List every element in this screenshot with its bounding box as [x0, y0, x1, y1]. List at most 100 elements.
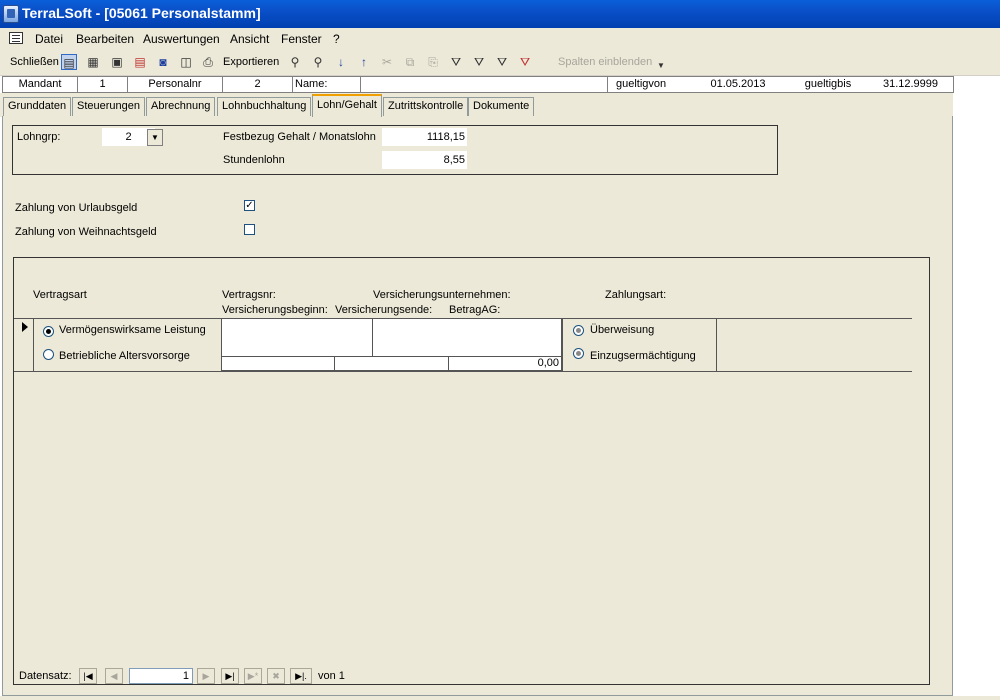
tab-strip: Grunddaten Steuerungen Abrechnung Lohnbu… [0, 93, 953, 117]
weihnachtsgeld-label: Zahlung von Weihnachtsgeld [15, 226, 157, 238]
name-label: Name: [293, 77, 361, 92]
form-view-icon[interactable]: ▤ [61, 54, 77, 70]
gueltigvon-value[interactable]: 01.05.2013 [688, 77, 788, 92]
gueltigbis-label: gueltigbis [804, 78, 852, 90]
chevron-down-icon[interactable]: ▼ [147, 129, 163, 146]
contract-row: Vermögenswirksame Leistung Betriebliche … [14, 318, 912, 372]
festbezug-input[interactable]: 1118,15 [382, 128, 467, 146]
vertragsnr-field[interactable] [221, 319, 373, 357]
versicherungsbeginn-field[interactable] [221, 356, 335, 371]
paste-icon[interactable]: ⎘ [425, 54, 441, 70]
col-versicherungsende: Versicherungsende: [335, 304, 433, 316]
col-versicherungsunternehmen: Versicherungsunternehmen: [373, 289, 511, 301]
window-title: TerraLSoft - [05061 Personalstamm] [22, 5, 261, 21]
contracts-subform: Vertragsart Vertragsnr: Versicherungsunt… [13, 257, 930, 685]
sort-descending-icon[interactable]: ↑ [356, 54, 372, 70]
versicherungsunternehmen-field[interactable] [372, 319, 562, 357]
tab-abrechnung[interactable]: Abrechnung [146, 97, 216, 116]
gueltigvon-label: gueltigvon [616, 78, 667, 90]
betragag-field[interactable]: 0,00 [448, 356, 562, 371]
title-bar: TerraLSoft - [05061 Personalstamm] [0, 0, 1000, 28]
record-selector-icon[interactable] [14, 319, 34, 371]
einzug-radio[interactable] [573, 348, 584, 359]
bav-radio[interactable] [43, 349, 54, 360]
printer-icon[interactable]: ⎙ [200, 54, 216, 70]
menu-datei[interactable]: Datei [35, 32, 63, 46]
tab-zutrittskontrolle[interactable]: Zutrittskontrolle [383, 97, 469, 116]
col-vertragsnr: Vertragsnr: [222, 289, 276, 301]
document-menu-icon[interactable] [9, 32, 23, 44]
col-zahlungsart: Zahlungsart: [605, 289, 667, 301]
bav-label: Betriebliche Altersvorsorge [59, 350, 190, 362]
toolbar: Schließen ▤ ▦ ▣ ▤ ◙ ◫ ⎙ Exportieren ⚲ ⚲ … [0, 49, 1000, 76]
einzug-label: Einzugsermächtigung [590, 350, 696, 362]
last-record-icon[interactable]: ▶| [221, 668, 239, 684]
book-icon[interactable]: ◫ [178, 54, 194, 70]
weihnachtsgeld-checkbox[interactable] [244, 224, 255, 235]
new-record-icon[interactable]: ▶* [244, 668, 262, 684]
col-vertragsart: Vertragsart [33, 289, 87, 301]
mandant-label: Mandant [3, 77, 78, 92]
menu-fenster[interactable]: Fenster [281, 32, 322, 46]
menu-auswertungen[interactable]: Auswertungen [143, 32, 220, 46]
menu-bar: Datei Bearbeiten Auswertungen Ansicht Fe… [0, 28, 1000, 49]
ueberweisung-label: Überweisung [590, 324, 655, 336]
filter-form-icon[interactable]: ⛛ [471, 54, 487, 70]
report-icon[interactable]: ◙ [155, 54, 171, 70]
menu-bearbeiten[interactable]: Bearbeiten [76, 32, 134, 46]
export-button[interactable]: Exportieren [223, 53, 279, 72]
menu-ansicht[interactable]: Ansicht [230, 32, 269, 46]
urlaubsgeld-checkbox[interactable]: ✓ [244, 200, 255, 211]
save-icon[interactable]: ▣ [109, 54, 125, 70]
goto-record-icon[interactable]: ▶|. [290, 668, 312, 684]
first-record-icon[interactable]: |◀ [79, 668, 97, 684]
tab-grunddaten[interactable]: Grunddaten [3, 97, 72, 116]
record-header: Mandant 1 Personalnr 2 Name: gueltigvon … [2, 76, 954, 93]
copy-icon[interactable]: ⧉ [402, 54, 418, 70]
print-preview-icon[interactable]: ▤ [132, 54, 148, 70]
zahlungsart-group: Überweisung Einzugsermächtigung [562, 319, 717, 371]
find-next-icon[interactable]: ⚲ [310, 54, 326, 70]
stundenlohn-label: Stundenlohn [223, 154, 285, 166]
datensatz-label: Datensatz: [19, 670, 72, 682]
table-view-icon[interactable]: ▦ [85, 54, 101, 70]
filter-by-selection-icon[interactable]: ⛛ [448, 54, 464, 70]
tab-dokumente[interactable]: Dokumente [468, 97, 535, 116]
tab-steuerungen[interactable]: Steuerungen [72, 97, 145, 116]
lohngrp-label: Lohngrp: [17, 131, 61, 143]
sort-ascending-icon[interactable]: ↓ [333, 54, 349, 70]
find-icon[interactable]: ⚲ [287, 54, 303, 70]
gueltigbis-value[interactable]: 31.12.9999 [868, 77, 953, 92]
ueberweisung-radio[interactable] [573, 325, 584, 336]
lohn-gehalt-panel: Lohngrp: 2 ▼ Festbezug Gehalt / Monatslo… [2, 116, 953, 696]
col-versicherungsbeginn: Versicherungsbeginn: [222, 304, 328, 316]
previous-record-icon[interactable]: ◀ [105, 668, 123, 684]
next-record-icon[interactable]: ▶ [197, 668, 215, 684]
urlaubsgeld-label: Zahlung von Urlaubsgeld [15, 202, 138, 214]
close-button[interactable]: Schließen [10, 53, 59, 72]
mandant-value[interactable]: 1 [78, 77, 128, 92]
right-margin [953, 116, 1000, 696]
name-value[interactable] [361, 77, 608, 92]
toolbar-dropdown-icon[interactable]: ▼ [653, 58, 669, 74]
tab-lohn-gehalt[interactable]: Lohn/Gehalt [312, 94, 382, 117]
personalnr-label: Personalnr [128, 77, 223, 92]
remove-filter-icon[interactable]: ⛛ [517, 54, 533, 70]
festbezug-label: Festbezug Gehalt / Monatslohn [223, 131, 376, 143]
app-icon[interactable] [3, 5, 19, 23]
salary-group: Lohngrp: 2 ▼ Festbezug Gehalt / Monatslo… [12, 125, 778, 175]
cut-icon[interactable]: ✂ [379, 54, 395, 70]
show-columns-button[interactable]: Spalten einblenden [558, 53, 652, 72]
record-number-input[interactable]: 1 [129, 668, 193, 684]
versicherungsende-field[interactable] [334, 356, 449, 371]
apply-filter-icon[interactable]: ⛛ [494, 54, 510, 70]
personalnr-value[interactable]: 2 [223, 77, 293, 92]
menu-help[interactable]: ? [333, 32, 340, 46]
vwl-radio[interactable] [43, 326, 54, 337]
col-betragag: BetragAG: [449, 304, 501, 316]
record-count-label: von 1 [318, 670, 345, 682]
vwl-label: Vermögenswirksame Leistung [59, 324, 206, 336]
stundenlohn-input[interactable]: 8,55 [382, 151, 467, 169]
tab-lohnbuchhaltung[interactable]: Lohnbuchhaltung [217, 97, 312, 116]
delete-record-icon[interactable]: ✖ [267, 668, 285, 684]
